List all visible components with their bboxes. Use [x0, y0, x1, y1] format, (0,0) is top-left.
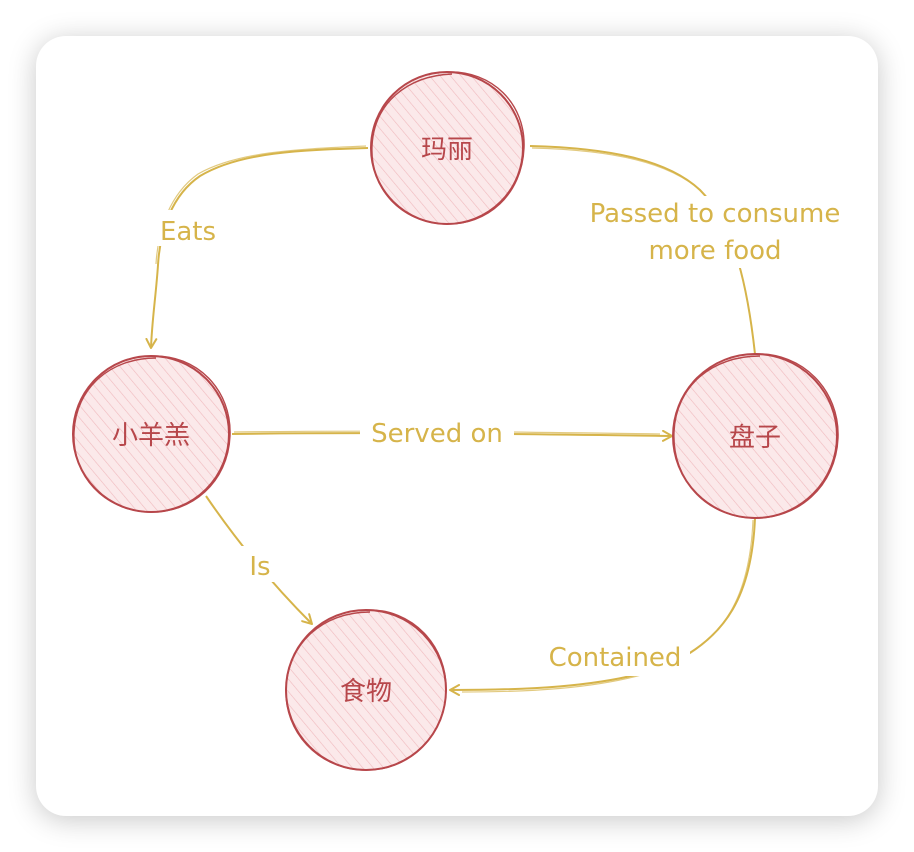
node-food: 食物: [285, 609, 447, 771]
is-label: Is: [249, 552, 270, 582]
passed-label-line1: Passed to consume: [590, 199, 841, 229]
node-lamb: 小羊羔: [72, 355, 231, 513]
eats-label: Eats: [160, 217, 216, 247]
node-mary: 玛丽: [370, 71, 525, 225]
node-lamb-label: 小羊羔: [112, 421, 190, 451]
edge-eats: Eats: [145, 145, 369, 349]
edge-passed-to-consume: Passed to consume more food: [529, 145, 856, 355]
passed-label-line2: more food: [648, 236, 781, 266]
edge-served-on: Served on: [231, 414, 673, 452]
node-food-label: 食物: [340, 677, 392, 707]
served-on-label: Served on: [371, 419, 503, 449]
edge-is: Is: [205, 495, 313, 625]
edge-contained: Contained: [449, 517, 756, 696]
node-plate: 盘子: [672, 353, 839, 519]
contained-label: Contained: [549, 643, 682, 673]
node-plate-label: 盘子: [729, 423, 781, 453]
flow-diagram: Eats Passed to consume more food Served …: [72, 71, 856, 771]
node-mary-label: 玛丽: [421, 135, 473, 165]
